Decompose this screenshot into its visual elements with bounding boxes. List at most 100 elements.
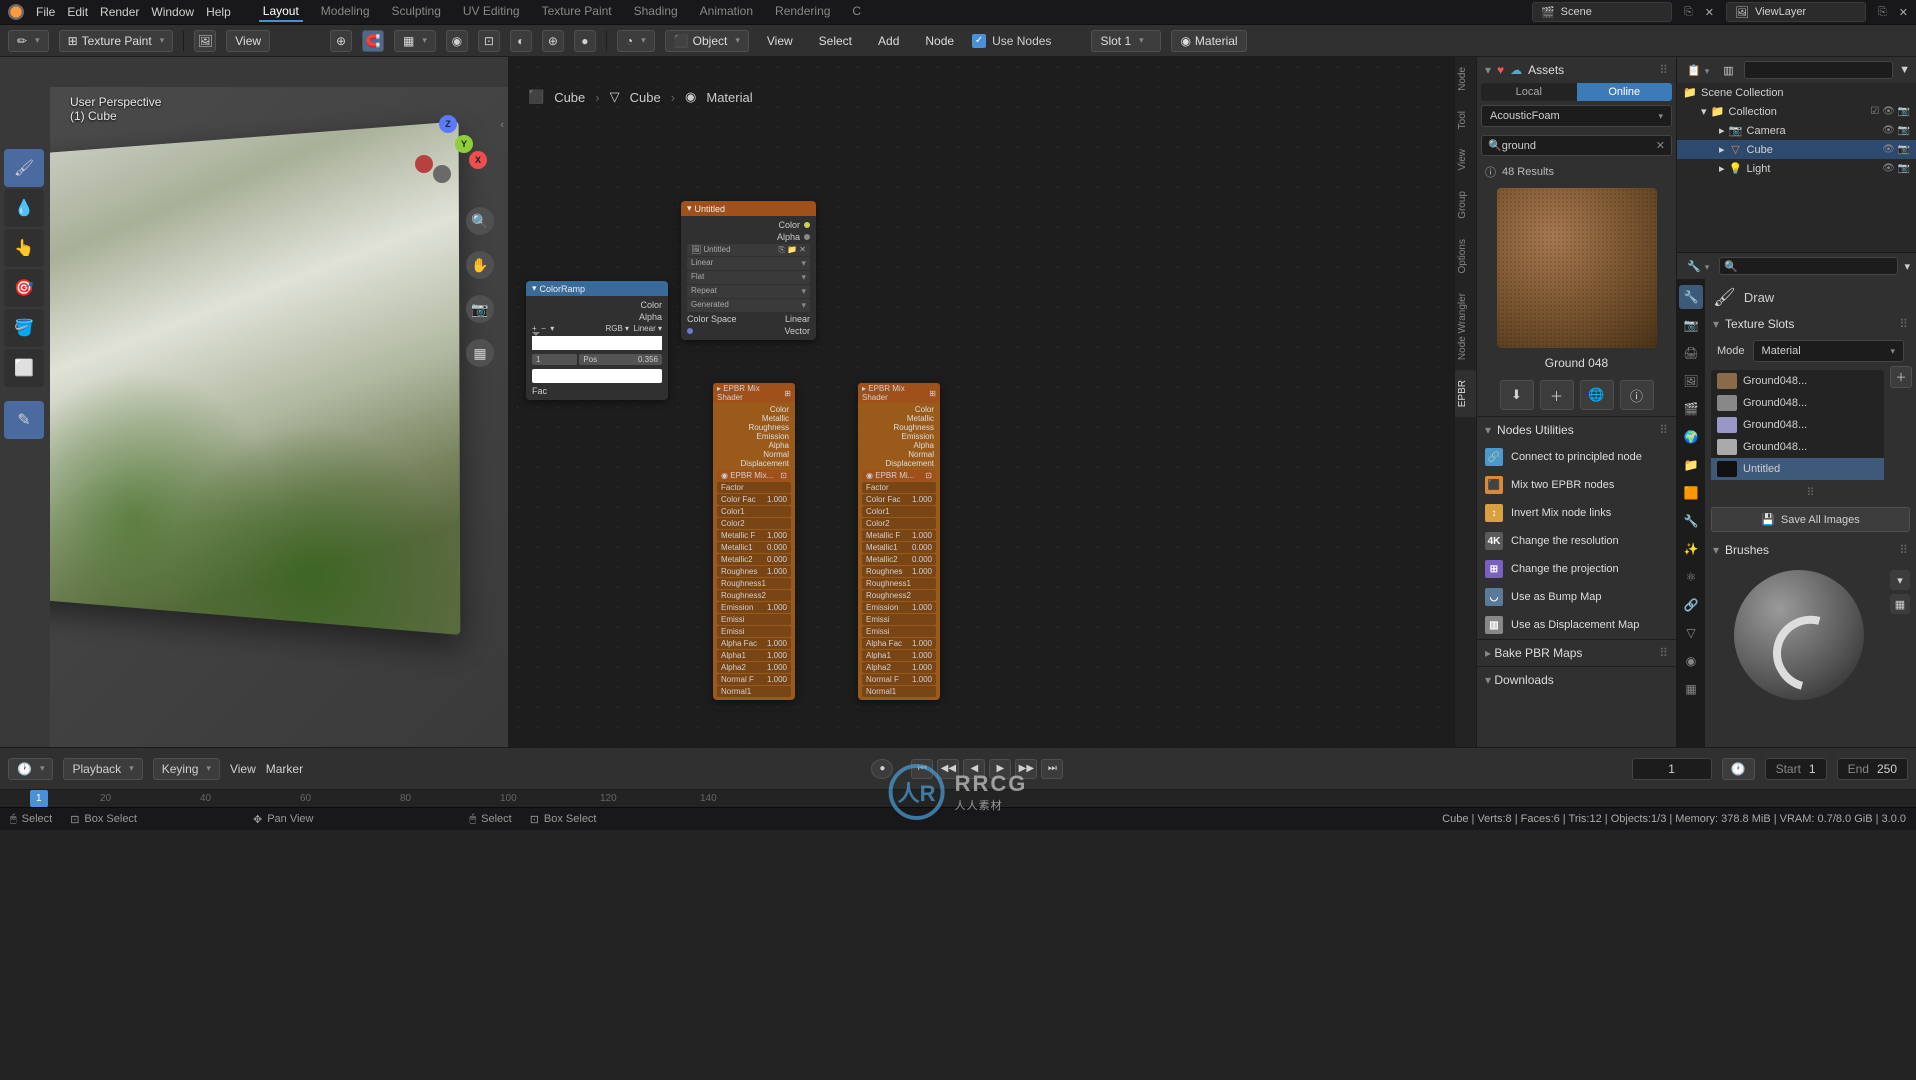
node-select-menu[interactable]: Select: [811, 30, 860, 52]
outliner-collection[interactable]: ▾📁 Collection ☑ 👁 📷: [1677, 102, 1916, 121]
node-input-field[interactable]: Normal1: [862, 686, 936, 697]
outliner-display-mode[interactable]: 📋: [1683, 62, 1713, 79]
brush-texture-icon[interactable]: ▦: [1890, 594, 1910, 614]
gizmo-y-icon[interactable]: Y: [455, 135, 473, 153]
current-frame[interactable]: 1: [1632, 758, 1712, 780]
playhead[interactable]: 1: [30, 790, 48, 807]
chevron-down-icon[interactable]: ▾: [1485, 423, 1491, 437]
node-add-menu[interactable]: Add: [870, 30, 907, 52]
node-input-field[interactable]: Metallic F1.000: [717, 530, 791, 541]
node-input-field[interactable]: Emission1.000: [862, 602, 936, 613]
material-slot[interactable]: Slot 1: [1091, 30, 1161, 52]
node-title[interactable]: ▸ EPBR Mix Shader⊞: [713, 383, 795, 403]
texture-slot-list[interactable]: Ground048...Ground048...Ground048...Grou…: [1711, 370, 1884, 480]
viewlayer-selector[interactable]: 🖼 ViewLayer: [1726, 2, 1866, 22]
node-input-field[interactable]: Roughnes1.000: [862, 566, 936, 577]
viewport-canvas[interactable]: [50, 87, 508, 747]
editor-type-viewport[interactable]: ✏: [8, 30, 49, 52]
texture-slot-item[interactable]: Untitled: [1711, 458, 1884, 480]
outliner-search[interactable]: [1744, 61, 1893, 79]
autokey-icon[interactable]: ●: [871, 759, 893, 779]
node-title[interactable]: ▾ColorRamp: [526, 281, 668, 296]
add-slot-button[interactable]: ＋: [1890, 366, 1912, 388]
node-input-field[interactable]: Alpha11.000: [862, 650, 936, 661]
assets-search[interactable]: 🔍 ✕: [1481, 135, 1672, 156]
ptab-world[interactable]: 🌍: [1679, 425, 1703, 449]
utility-item[interactable]: ↕Invert Mix node links: [1477, 499, 1676, 527]
editor-type-node[interactable]: ◔: [617, 30, 655, 52]
asset-preview-thumbnail[interactable]: [1497, 188, 1657, 348]
node-input-field[interactable]: Metallic20.000: [862, 554, 936, 565]
node-input-field[interactable]: Emissi: [862, 614, 936, 625]
menu-window[interactable]: Window: [151, 5, 194, 19]
texture-slot-item[interactable]: Ground048...: [1711, 436, 1884, 458]
search-input[interactable]: [1502, 140, 1656, 152]
tab-sculpting[interactable]: Sculpting: [388, 2, 445, 22]
node-input-field[interactable]: Emissi: [717, 626, 791, 637]
save-all-images-button[interactable]: 💾 Save All Images: [1711, 507, 1910, 532]
tool-mask[interactable]: ⬜: [4, 349, 44, 387]
timeline-view-menu[interactable]: View: [230, 762, 256, 776]
node-title[interactable]: ▾Untitled: [681, 201, 816, 216]
vtab-nw[interactable]: Node Wrangler: [1455, 283, 1476, 370]
drag-icon[interactable]: ⠿: [1899, 543, 1908, 557]
drag-icon[interactable]: ⠿: [1659, 646, 1668, 660]
node-image-texture[interactable]: ▾Untitled Color Alpha 🖼 Untitled⎘ 📁 ✕ Li…: [681, 201, 816, 340]
snap-type[interactable]: ▦: [394, 30, 436, 52]
ptab-material[interactable]: ◉: [1679, 649, 1703, 673]
node-input-field[interactable]: Roughnes1.000: [717, 566, 791, 577]
bc-material[interactable]: Material: [706, 90, 752, 105]
mode-selector[interactable]: ⊞ Texture Paint: [59, 30, 174, 52]
start-frame[interactable]: Start1: [1765, 758, 1827, 780]
frame-range-icon[interactable]: 🕐: [1722, 758, 1755, 780]
proportional-icon[interactable]: ◉: [446, 30, 468, 52]
texture-slots-header[interactable]: ▾ Texture Slots ⠿: [1709, 312, 1912, 336]
node-input-field[interactable]: Emissi: [862, 626, 936, 637]
overlay-toggle-icon[interactable]: ⊡: [478, 30, 500, 52]
ptab-viewlayer[interactable]: 🖼: [1679, 369, 1703, 393]
category-dropdown[interactable]: AcousticFoam: [1481, 105, 1672, 127]
tab-modeling[interactable]: Modeling: [317, 2, 374, 22]
shade-solid-icon[interactable]: ●: [574, 30, 596, 52]
utility-item[interactable]: ▥Use as Displacement Map: [1477, 611, 1676, 639]
info-button[interactable]: ⓘ: [1620, 380, 1654, 410]
outliner-filter-funnel-icon[interactable]: ▼: [1899, 64, 1910, 76]
cs-val[interactable]: Linear: [785, 314, 810, 324]
ptab-particles[interactable]: ✨: [1679, 537, 1703, 561]
scene-selector[interactable]: 🎬 Scene: [1532, 2, 1672, 22]
menu-help[interactable]: Help: [206, 5, 231, 19]
drag-icon[interactable]: ⠿: [1659, 423, 1668, 437]
node-input-field[interactable]: Factor: [862, 482, 936, 493]
node-input-field[interactable]: Roughness2: [862, 590, 936, 601]
drag-icon[interactable]: ⠿: [1899, 317, 1908, 331]
gizmo-z-icon[interactable]: Z: [439, 115, 457, 133]
tool-soften[interactable]: 💧: [4, 189, 44, 227]
props-search[interactable]: 🔍: [1719, 257, 1898, 275]
node-editor[interactable]: ⬛ Cube › ▽ Cube › ◉ Material: [508, 57, 1454, 747]
menu-file[interactable]: File: [36, 5, 55, 19]
ptab-constraints[interactable]: 🔗: [1679, 593, 1703, 617]
jump-end-icon[interactable]: ⏭: [1041, 759, 1063, 779]
brush-expand-icon[interactable]: ▾: [1890, 570, 1910, 590]
node-input-field[interactable]: Color Fac1.000: [862, 494, 936, 505]
perspective-icon[interactable]: ▦: [466, 339, 494, 367]
drag-icon[interactable]: ⠿: [1659, 63, 1668, 77]
tab-texpaint[interactable]: Texture Paint: [538, 2, 616, 22]
node-input-field[interactable]: Color2: [862, 518, 936, 529]
tab-layout[interactable]: Layout: [259, 2, 303, 22]
assets-header[interactable]: ▾ ♥ ☁ Assets ⠿: [1477, 57, 1676, 83]
vtab-tool[interactable]: Tool: [1455, 101, 1476, 139]
gizmo-neg2-icon[interactable]: [433, 165, 451, 183]
menu-render[interactable]: Render: [100, 5, 139, 19]
ptab-data[interactable]: ▽: [1679, 621, 1703, 645]
jump-start-icon[interactable]: ⏮: [911, 759, 933, 779]
ptab-physics[interactable]: ⚛: [1679, 565, 1703, 589]
list-grip-icon[interactable]: ⠿: [1709, 484, 1912, 501]
props-pin-icon[interactable]: 🔧: [1683, 258, 1713, 275]
tool-annotate[interactable]: ✎: [4, 401, 44, 439]
node-input-field[interactable]: Normal1: [717, 686, 791, 697]
ramp-pos[interactable]: Pos0.356: [579, 354, 662, 365]
orientation-icon[interactable]: ⊕: [330, 30, 352, 52]
scene-copy-icon[interactable]: ⎘: [1684, 6, 1693, 19]
props-options-icon[interactable]: ▾: [1904, 260, 1910, 273]
